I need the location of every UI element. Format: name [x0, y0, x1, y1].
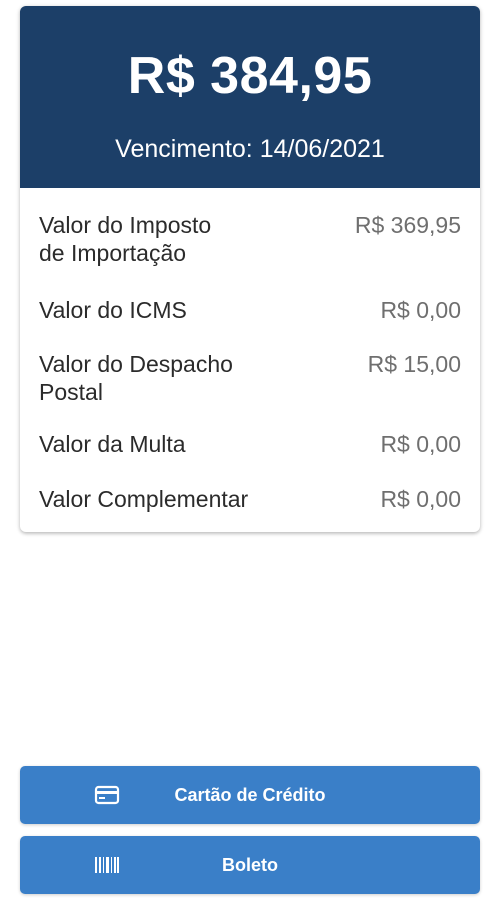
payment-screen: R$ 384,95 Vencimento: 14/06/2021 Valor d… — [0, 0, 500, 914]
item-row-fine: Valor da Multa R$ 0,00 — [39, 430, 461, 458]
item-label: Valor da Multa — [39, 431, 186, 457]
tax-summary-card: R$ 384,95 Vencimento: 14/06/2021 Valor d… — [20, 6, 480, 532]
item-value: R$ 0,00 — [380, 297, 461, 323]
item-label: Valor do ICMS — [39, 297, 187, 323]
boleto-label: Boleto — [222, 854, 278, 875]
credit-card-label: Cartão de Crédito — [174, 784, 326, 805]
item-label: Valor do Imposto de Importação — [39, 212, 212, 266]
credit-card-icon — [94, 782, 120, 808]
item-label: Valor Complementar — [39, 486, 249, 512]
item-value: R$ 0,00 — [380, 431, 461, 457]
item-value: R$ 15,00 — [367, 351, 461, 377]
item-row-icms: Valor do ICMS R$ 0,00 — [39, 296, 461, 324]
item-row-complementary: Valor Complementar R$ 0,00 — [39, 485, 461, 513]
item-value: R$ 369,95 — [354, 212, 461, 238]
item-row-import-tax: Valor do Imposto de Importação R$ 369,95 — [39, 211, 461, 267]
due-date: Vencimento: 14/06/2021 — [115, 135, 385, 163]
total-amount: R$ 384,95 — [127, 47, 373, 105]
summary-header: R$ 384,95 Vencimento: 14/06/2021 — [20, 6, 480, 188]
barcode-icon — [94, 852, 120, 878]
item-value: R$ 0,00 — [380, 486, 461, 512]
item-row-postal-dispatch: Valor do Despacho Postal R$ 15,00 — [39, 350, 461, 406]
pay-credit-card-button[interactable]: Cartão de Crédito — [20, 766, 480, 824]
pay-boleto-button[interactable]: Boleto — [20, 836, 480, 894]
item-label: Valor do Despacho Postal — [39, 351, 233, 405]
